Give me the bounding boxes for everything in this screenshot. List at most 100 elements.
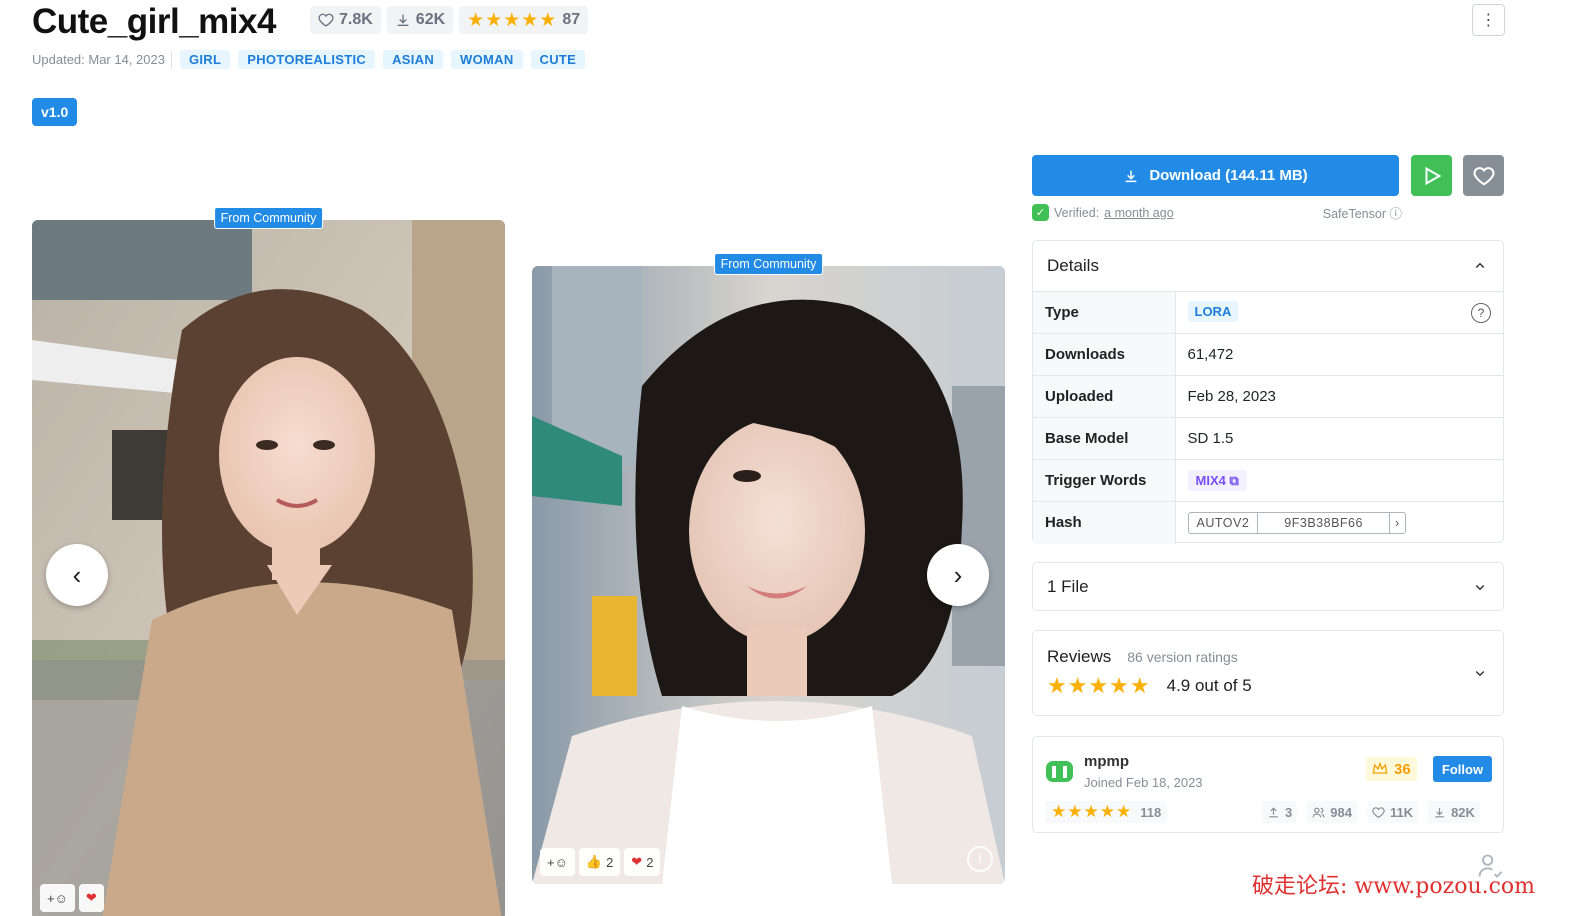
uploaded-value: Feb 28, 2023: [1175, 375, 1503, 418]
hash-key: Hash: [1033, 501, 1176, 544]
thumbs-up-reaction-button[interactable]: 👍 2: [578, 848, 621, 876]
creator-rank-badge: 36: [1366, 757, 1417, 781]
hash-cell: AUTOV2 9F3B38BF66 ›: [1175, 501, 1503, 544]
heart-icon: [318, 13, 334, 27]
hash-value: 9F3B38BF66: [1257, 512, 1389, 533]
rating-count: 87: [562, 11, 581, 28]
table-row: Type LORA?: [1033, 291, 1503, 334]
likes-stat: 7.8K: [310, 6, 381, 34]
heart-icon: ❤: [85, 890, 97, 905]
base-model-value: SD 1.5: [1175, 417, 1503, 460]
model-title: Cute_girl_mix4: [32, 2, 276, 41]
star-rating-icons: ★★★★★: [1047, 673, 1151, 698]
download-icon: [1125, 170, 1137, 182]
downloads-stat: 62K: [386, 6, 454, 34]
star-rating-icons: ★★★★★: [1051, 802, 1133, 821]
rank-number: 36: [1394, 760, 1411, 778]
table-row: Trigger Words MIX4 ⧉: [1033, 459, 1503, 502]
help-icon[interactable]: ?: [1471, 302, 1491, 323]
verified-date-link[interactable]: a month ago: [1104, 206, 1174, 220]
heart-reaction-button[interactable]: ❤ 2: [624, 848, 661, 876]
chevron-up-icon: [1475, 262, 1485, 269]
details-header[interactable]: Details: [1033, 241, 1503, 291]
info-icon[interactable]: ⓘ: [1389, 207, 1402, 221]
details-panel: Details Type LORA? Downloads 61,472 Uplo…: [1032, 240, 1504, 544]
verification-row: ✓ Verified: a month ago SafeTensor ⓘ: [1032, 203, 1402, 222]
table-row: Base Model SD 1.5: [1033, 417, 1503, 460]
chevron-right-icon: ›: [953, 559, 963, 590]
chevron-left-icon: ‹: [72, 559, 82, 590]
upload-icon: [1269, 806, 1278, 817]
tag-asian[interactable]: ASIAN: [383, 50, 444, 69]
verified-status: ✓ Verified: a month ago: [1032, 203, 1174, 222]
uploaded-key: Uploaded: [1033, 375, 1176, 418]
trigger-word-badge[interactable]: MIX4 ⧉: [1187, 470, 1247, 491]
type-badge: LORA: [1187, 300, 1239, 322]
reaction-bar: +☺ 👍 2 ❤ 2: [540, 848, 661, 876]
downloads-stat: 82K: [1428, 801, 1480, 823]
heart-count: 2: [646, 854, 654, 870]
shield-check-icon: ✓: [1032, 204, 1049, 221]
creator-rating: ★★★★★ 118: [1045, 801, 1168, 823]
run-model-button[interactable]: [1411, 155, 1452, 196]
downloads-value: 61,472: [1175, 333, 1503, 376]
table-row: Uploaded Feb 28, 2023: [1033, 375, 1503, 418]
add-reaction-button[interactable]: +☺: [40, 884, 75, 912]
add-reaction-button[interactable]: +☺: [540, 848, 575, 876]
reaction-bar: +☺ ❤: [40, 884, 104, 912]
tag-girl[interactable]: GIRL: [179, 50, 231, 69]
add-reaction-icon: +☺: [547, 854, 568, 870]
reviews-panel[interactable]: Reviews 86 version ratings ★★★★★ 4.9 out…: [1032, 630, 1504, 716]
hash-box[interactable]: AUTOV2 9F3B38BF66 ›: [1187, 511, 1406, 534]
info-icon[interactable]: i: [967, 846, 993, 872]
details-table: Type LORA? Downloads 61,472 Uploaded Feb…: [1033, 291, 1503, 544]
creator-stats: 3 984 11K 82K: [1262, 801, 1480, 823]
from-community-label: From Community: [213, 207, 324, 229]
download-icon: [1435, 807, 1444, 817]
download-button[interactable]: Download (144.11 MB): [1032, 155, 1399, 196]
carousel-prev-button[interactable]: ‹: [46, 544, 108, 606]
more-menu-button[interactable]: ⋮: [1472, 4, 1505, 36]
downloads-count: 82K: [1451, 804, 1475, 820]
follow-button[interactable]: Follow: [1433, 756, 1492, 782]
heart-reaction-button[interactable]: ❤: [78, 884, 104, 912]
star-rating-icons: ★★★★★: [467, 9, 558, 31]
followers-count: 984: [1330, 804, 1352, 820]
carousel-next-button[interactable]: ›: [927, 544, 989, 606]
tag-woman[interactable]: WOMAN: [451, 50, 523, 69]
table-row: Downloads 61,472: [1033, 333, 1503, 376]
updated-date: Updated: Mar 14, 2023: [32, 50, 172, 69]
reviews-title: Reviews: [1047, 647, 1112, 666]
likes-count: 11K: [1389, 804, 1414, 820]
tag-cute[interactable]: CUTE: [530, 50, 586, 69]
chevron-right-icon[interactable]: ›: [1388, 512, 1405, 533]
base-model-key: Base Model: [1033, 417, 1176, 460]
from-community-label: From Community: [713, 253, 824, 275]
likes-count: 7.8K: [339, 11, 373, 28]
files-panel[interactable]: 1 File: [1032, 562, 1504, 611]
trigger-words-cell: MIX4 ⧉: [1175, 459, 1503, 502]
thumbs-up-icon: 👍: [585, 854, 603, 869]
tag-photorealistic[interactable]: PHOTOREALISTIC: [238, 50, 376, 69]
dots-vertical-icon: ⋮: [1480, 12, 1497, 29]
watermark-text: 破走论坛: www.pozou.com: [1252, 874, 1536, 899]
file-format-label: SafeTensor: [1322, 207, 1386, 221]
files-header[interactable]: 1 File: [1033, 563, 1503, 610]
stat-badges: 7.8K 62K ★★★★★ 87: [310, 6, 589, 34]
reviews-header[interactable]: Reviews 86 version ratings ★★★★★ 4.9 out…: [1033, 631, 1503, 715]
download-icon: [397, 14, 409, 26]
likes-stat: 11K: [1366, 801, 1419, 823]
downloads-count: 62K: [415, 11, 446, 28]
download-label: Download (144.11 MB): [1149, 167, 1308, 184]
favorite-button[interactable]: [1463, 155, 1504, 196]
avatar[interactable]: [1046, 757, 1073, 784]
rating-stat[interactable]: ★★★★★ 87: [459, 6, 589, 34]
version-tab[interactable]: v1.0: [32, 98, 78, 126]
creator-name[interactable]: mpmp: [1084, 753, 1129, 770]
users-icon: [1312, 807, 1325, 817]
files-title: 1 File: [1047, 576, 1089, 596]
chevron-down-icon: [1475, 670, 1485, 677]
heart-icon: [1473, 166, 1494, 185]
type-key: Type: [1033, 291, 1176, 334]
details-title: Details: [1047, 256, 1099, 275]
